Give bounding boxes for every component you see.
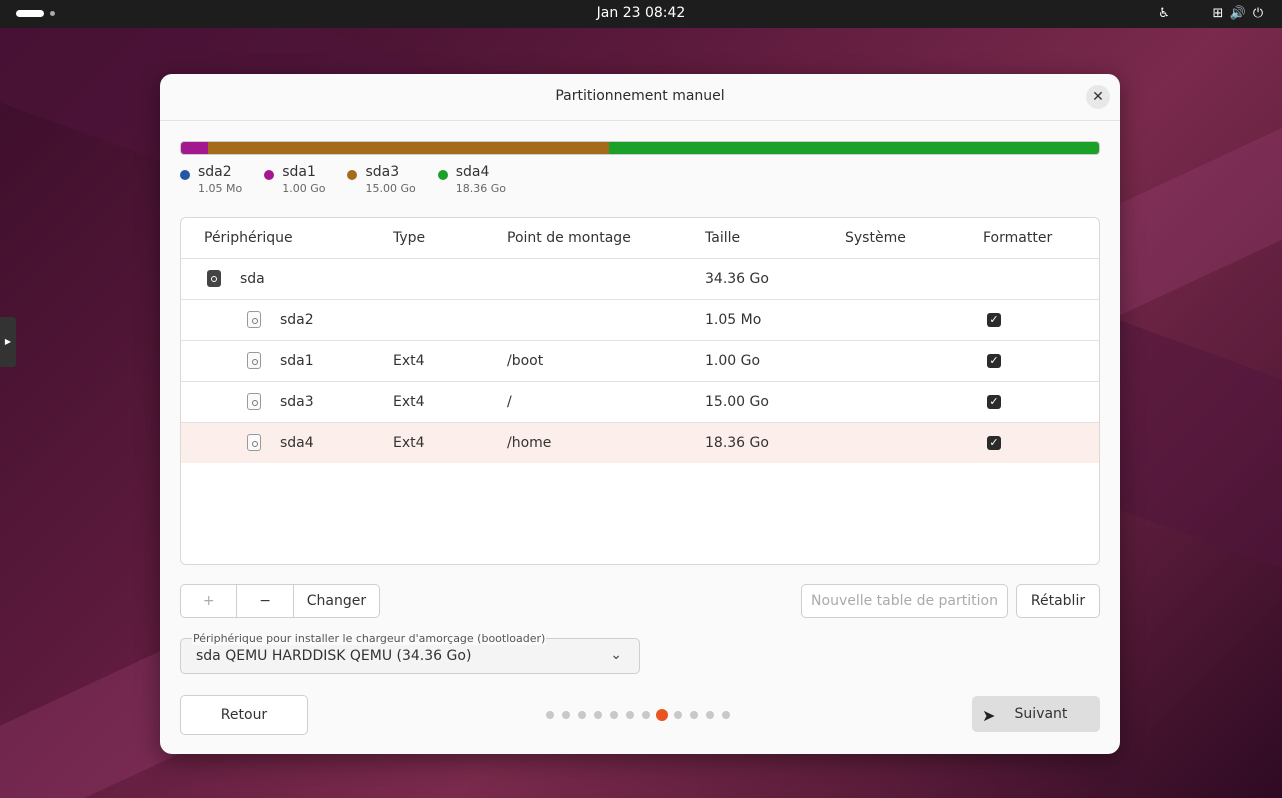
partition-table: Périphérique Type Point de montage Taill… — [180, 217, 1100, 565]
usage-segment-sda1 — [181, 142, 208, 154]
close-button[interactable]: ✕ — [1086, 85, 1110, 109]
revert-button[interactable]: Rétablir — [1016, 584, 1100, 618]
installer-dialog: Partitionnement manuel ✕ sda2 1.05 Mo sd… — [160, 74, 1120, 754]
column-header-format[interactable]: Formatter — [983, 218, 1052, 258]
step-dot — [594, 711, 602, 719]
partition-type: Ext4 — [393, 353, 425, 369]
step-dot — [546, 711, 554, 719]
format-checkbox[interactable]: ✓ — [987, 313, 1001, 327]
format-checkbox[interactable]: ✓ — [987, 436, 1001, 450]
accessibility-icon[interactable]: ♿ — [1154, 4, 1174, 24]
clock[interactable]: Jan 23 08:42 — [0, 5, 1282, 21]
column-header-system[interactable]: Système — [845, 218, 906, 258]
legend-item: sda3 15.00 Go — [347, 163, 416, 196]
add-partition-button[interactable]: + — [181, 585, 238, 617]
device-name: sda3 — [280, 394, 314, 410]
format-checkbox[interactable]: ✓ — [987, 395, 1001, 409]
step-dot-current — [656, 709, 668, 721]
disk-usage-bar — [180, 141, 1100, 155]
step-dot — [690, 711, 698, 719]
change-partition-button[interactable]: Changer — [294, 585, 379, 617]
legend-item: sda2 1.05 Mo — [180, 163, 242, 196]
top-bar: Jan 23 08:42 ♿ ⊞ 🔊 ⏻ — [0, 0, 1282, 28]
bootloader-value: sda QEMU HARDDISK QEMU (34.36 Go) — [196, 648, 472, 664]
table-row-selected[interactable]: sda4 Ext4 /home 18.36 Go ✓ — [181, 423, 1099, 463]
column-header-size[interactable]: Taille — [705, 218, 740, 258]
step-dot — [578, 711, 586, 719]
close-icon: ✕ — [1092, 89, 1104, 105]
legend-item: sda1 1.00 Go — [264, 163, 325, 196]
partition-size: 1.00 Go — [705, 353, 761, 369]
mouse-cursor-icon: ➤ — [982, 706, 996, 725]
network-icon[interactable]: ⊞ — [1208, 4, 1228, 24]
table-header: Périphérique Type Point de montage Taill… — [181, 218, 1099, 259]
step-indicator — [546, 709, 738, 721]
side-panel-toggle[interactable]: ▶ — [0, 317, 16, 367]
device-name: sda1 — [280, 353, 314, 369]
partition-type: Ext4 — [393, 435, 425, 451]
legend-dot — [264, 170, 275, 180]
partition-size: 15.00 Go — [705, 394, 769, 410]
partition-icon — [247, 352, 261, 369]
system-tray[interactable]: ♿ ⊞ 🔊 ⏻ — [1154, 4, 1268, 24]
chevron-down-icon: ⌄ — [610, 647, 622, 663]
mount-point: /home — [507, 435, 552, 451]
legend-dot — [180, 170, 190, 180]
step-dot — [610, 711, 618, 719]
step-dot — [722, 711, 730, 719]
legend-dot — [347, 170, 358, 180]
volume-icon[interactable]: 🔊 — [1228, 4, 1248, 24]
partition-type: Ext4 — [393, 394, 425, 410]
step-dot — [706, 711, 714, 719]
dialog-header: Partitionnement manuel ✕ — [160, 74, 1120, 121]
partition-size: 1.05 Mo — [705, 312, 762, 328]
step-dot — [674, 711, 682, 719]
device-name: sda — [240, 271, 265, 287]
mount-point: /boot — [507, 353, 544, 369]
device-name: sda2 — [280, 312, 314, 328]
column-header-device[interactable]: Périphérique — [204, 218, 293, 258]
next-button-label: Suivant — [1014, 706, 1068, 722]
legend-item: sda4 18.36 Go — [437, 163, 506, 196]
table-row[interactable]: sda2 1.05 Mo ✓ — [181, 300, 1099, 341]
dialog-title: Partitionnement manuel — [555, 88, 725, 104]
step-dot — [642, 711, 650, 719]
bootloader-label: Périphérique pour installer le chargeur … — [192, 632, 547, 645]
usage-segment-sda4 — [608, 142, 1099, 154]
harddisk-icon — [207, 270, 221, 287]
partition-icon — [247, 311, 261, 328]
format-checkbox[interactable]: ✓ — [987, 354, 1001, 368]
remove-partition-button[interactable]: − — [237, 585, 294, 617]
new-partition-table-button[interactable]: Nouvelle table de partition — [801, 584, 1008, 618]
table-row[interactable]: sda 34.36 Go — [181, 259, 1099, 300]
device-name: sda4 — [280, 435, 314, 451]
table-row[interactable]: sda3 Ext4 / 15.00 Go ✓ — [181, 382, 1099, 423]
power-icon[interactable]: ⏻ — [1248, 4, 1268, 24]
column-header-mount[interactable]: Point de montage — [507, 218, 631, 258]
partition-icon — [247, 393, 261, 410]
partition-actions: + − Changer — [180, 584, 380, 618]
column-header-type[interactable]: Type — [393, 218, 425, 258]
partition-size: 34.36 Go — [705, 271, 769, 287]
step-dot — [626, 711, 634, 719]
partition-icon — [247, 434, 261, 451]
partition-size: 18.36 Go — [705, 435, 769, 451]
mount-point: / — [507, 394, 512, 410]
back-button[interactable]: Retour — [180, 695, 308, 735]
table-row[interactable]: sda1 Ext4 /boot 1.00 Go ✓ — [181, 341, 1099, 382]
legend-dot — [437, 170, 448, 180]
disk-legend: sda2 1.05 Mo sda1 1.00 Go sda3 15.00 Go … — [180, 163, 528, 196]
step-dot — [562, 711, 570, 719]
usage-segment-sda3 — [207, 142, 609, 154]
